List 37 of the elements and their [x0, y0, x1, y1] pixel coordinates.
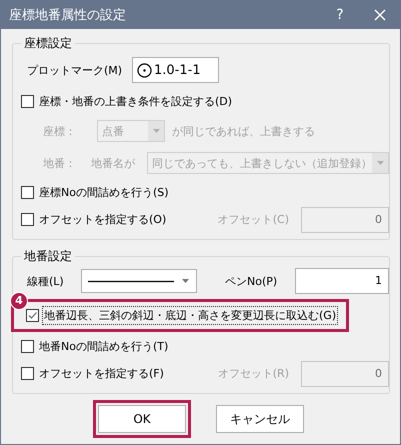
checkbox-label[interactable]: 地番辺長、三斜の斜辺・底辺・高さを変更辺長に取込む(G) — [42, 306, 338, 324]
pen-number-field[interactable]: 1 — [295, 268, 389, 294]
line-sample-icon — [88, 280, 174, 282]
group-title: 座標設定 — [23, 35, 73, 52]
checkbox-label[interactable]: 座標Noの間詰めを行う(S) — [37, 183, 171, 202]
line-type-dropdown[interactable] — [81, 269, 197, 293]
dialog-button[interactable]: キャンセル — [216, 405, 304, 433]
offset-label: オフセット(R) — [218, 366, 289, 381]
checkbox[interactable] — [21, 95, 34, 108]
plot-mark-field[interactable]: 1.0-1-1 — [132, 57, 219, 83]
checkbox-label[interactable]: 座標・地番の上書き条件を設定する(D) — [37, 92, 234, 111]
caret-icon — [182, 279, 189, 283]
close-icon — [374, 9, 386, 21]
window-title: 座標地番属性の設定 — [8, 7, 126, 24]
checkbox[interactable] — [26, 308, 39, 322]
circle-dot-icon — [137, 62, 152, 78]
help-button[interactable]: ? — [320, 1, 360, 29]
caret-icon — [152, 129, 160, 133]
checkbox-label[interactable]: オフセットを指定する(F) — [37, 364, 166, 383]
checkbox-label[interactable]: オフセットを指定する(O) — [37, 210, 168, 229]
field-label: プロットマーク(M) — [26, 62, 124, 78]
field-label: 線種(L) — [26, 274, 65, 288]
checkbox[interactable] — [21, 213, 34, 226]
combo-suffix: が同じであれば、上書きする — [171, 124, 315, 138]
checkbox[interactable] — [21, 186, 34, 199]
group-title: 地番設定 — [23, 248, 73, 265]
combo-label: 地番： — [42, 156, 77, 170]
checkbox[interactable] — [21, 340, 34, 353]
step-badge: 4 — [10, 292, 28, 310]
checkbox[interactable] — [21, 367, 34, 380]
dialog-button[interactable]: OK — [98, 405, 186, 433]
checkbox-label[interactable]: 地番Noの間詰めを行う(T) — [37, 337, 170, 356]
combo-label: 座標： — [42, 124, 77, 138]
combo-label: 地番名が — [91, 156, 136, 170]
caret-icon — [376, 161, 384, 165]
offset-label: オフセット(C) — [218, 212, 289, 227]
field-label: ペンNo(P) — [224, 274, 278, 288]
